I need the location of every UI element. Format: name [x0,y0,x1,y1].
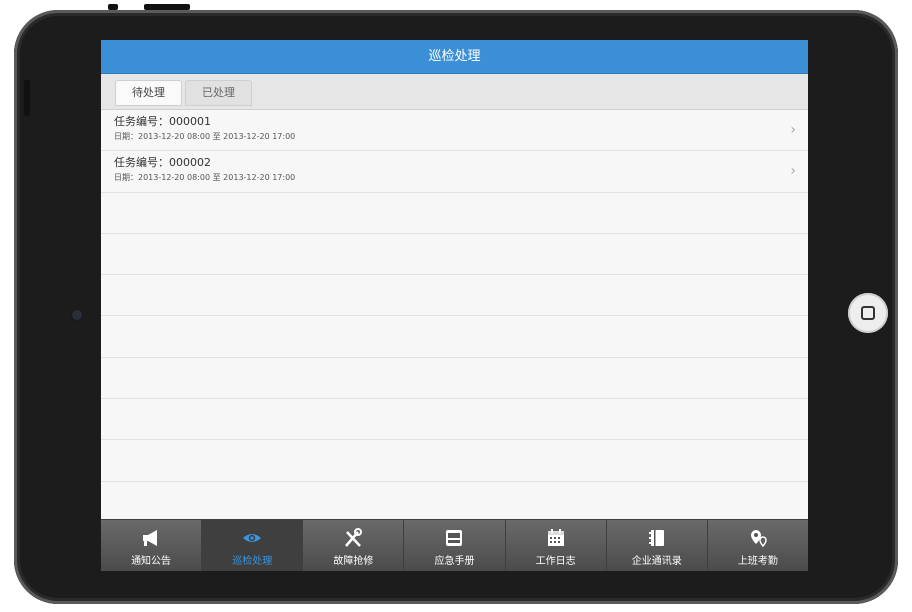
tab-work-log[interactable]: 工作日志 [506,520,607,571]
tab-processed[interactable]: 已处理 [185,80,252,106]
tab-label: 故障抢修 [333,556,374,567]
page-title: 巡检处理 [428,49,481,64]
empty-row [101,481,808,523]
calendar-icon [547,529,564,546]
task-number: 任务编号：000002 [114,156,211,170]
navbar: 巡检处理 [101,40,808,74]
manual-icon [446,530,463,546]
megaphone-icon [143,530,158,546]
location-pin-icon [750,530,767,548]
tab-label: 企业通讯录 [631,556,682,567]
front-camera [72,310,82,320]
tab-attendance[interactable]: 上班考勤 [708,520,808,571]
chevron-right-icon: › [790,163,796,180]
task-date: 日期：2013-12-20 08:00 至 2013-12-20 17:00 [114,132,296,141]
tab-label: 巡检处理 [232,556,273,567]
top-buttons [108,4,198,12]
tab-label: 工作日志 [535,556,576,567]
contacts-icon [648,530,664,546]
side-button [24,80,30,116]
task-row[interactable]: 任务编号：000002 日期：2013-12-20 08:00 至 2013-1… [101,151,808,193]
task-row[interactable]: 任务编号：000001 日期：2013-12-20 08:00 至 2013-1… [101,110,808,152]
task-number: 任务编号：000001 [114,115,211,128]
home-square-icon [861,306,875,320]
task-date: 日期：2013-12-20 08:00 至 2013-12-20 17:00 [114,173,296,183]
tab-label: 应急手册 [434,556,475,567]
tab-label: 通知公告 [131,556,172,567]
tab-notices[interactable]: 通知公告 [101,520,203,571]
bottom-tab-bar: 通知公告 巡检处理 故障抢修 应急手册 工作日志 企业通讯录 上班考勤 [101,519,808,571]
tools-icon [345,528,363,547]
empty-row [101,316,808,358]
empty-row [101,399,808,441]
empty-row [101,275,808,317]
home-button[interactable] [848,293,888,333]
tab-inspection[interactable]: 巡检处理 [202,520,304,571]
task-list: 任务编号：000001 日期：2013-12-20 08:00 至 2013-1… [101,110,808,523]
empty-row [101,357,808,400]
tab-pending[interactable]: 待处理 [115,80,182,106]
empty-row [101,440,808,482]
empty-row [101,233,808,276]
chevron-right-icon: › [790,122,796,138]
tab-repair[interactable]: 故障抢修 [303,520,405,571]
app-screen: 巡检处理 待处理 已处理 任务编号：000001 日期：2013-12-20 0… [101,40,808,571]
eye-icon [243,534,262,542]
empty-row [101,192,808,234]
segment-control: 待处理 已处理 [101,74,808,110]
tab-emergency-manual[interactable]: 应急手册 [404,520,506,571]
tab-contacts[interactable]: 企业通讯录 [607,520,708,571]
tab-label: 上班考勤 [737,556,778,567]
